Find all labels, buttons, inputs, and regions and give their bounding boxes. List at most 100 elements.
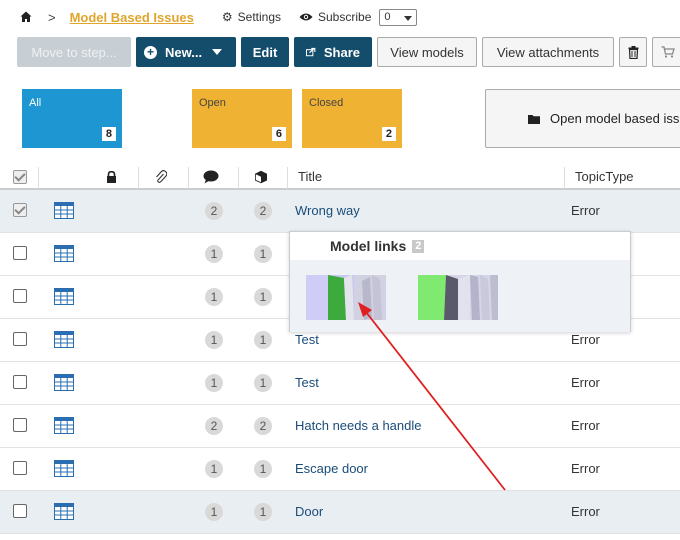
paperclip-icon [155,163,167,190]
table-row[interactable]: 1 1 Door Error [0,491,680,534]
issue-title-link[interactable]: Door [295,504,323,519]
topic-type: Error [571,375,600,390]
topic-type: Error [571,418,600,433]
tile-label: Closed [309,97,344,109]
cart-icon [661,46,675,58]
table-row[interactable]: 1 1 Escape door Error [0,448,680,491]
share-button[interactable]: Share [294,37,372,67]
new-button-label: New... [165,44,203,60]
model-count: 1 [254,245,272,263]
model-thumbnail-2[interactable] [418,275,498,320]
table-row[interactable]: 2 2 Wrong way Error [0,190,680,233]
select-all-checkbox[interactable] [13,170,27,184]
basket-button[interactable] [652,37,680,67]
topic-type: Error [571,332,600,347]
table-header: Title TopicType [0,163,680,190]
filter-tile-open[interactable]: Open 6 [192,89,292,148]
breadcrumb-separator: > [48,9,56,25]
settings-link[interactable]: ⚙ Settings [222,10,281,24]
comment-count: 1 [205,245,223,263]
model-view-icon[interactable] [54,202,74,219]
model-count: 2 [254,417,272,435]
topic-type: Error [571,504,600,519]
caret-down-icon [212,49,223,55]
row-checkbox[interactable] [13,203,27,217]
view-models-button[interactable]: View models [377,37,477,67]
tile-label: All [29,97,42,109]
model-thumbnail-1[interactable] [306,275,386,320]
column-header-topictype[interactable]: TopicType [575,163,634,190]
row-checkbox[interactable] [13,332,27,346]
model-count: 1 [254,331,272,349]
issue-title-link[interactable]: Test [295,375,319,390]
issues-table: Title TopicType 2 2 Wrong way Error 1 1 … [0,163,680,534]
eye-icon [299,13,313,21]
row-checkbox[interactable] [13,418,27,432]
lock-icon [106,163,117,190]
issue-title-link[interactable]: Wrong way [295,203,360,218]
subscribe-link[interactable]: Subscribe [299,10,371,24]
filter-tile-closed[interactable]: Closed 2 [302,89,402,148]
toolbar: Move to step... + New... Edit Share View… [17,37,680,67]
row-checkbox[interactable] [13,289,27,303]
column-header-title[interactable]: Title [298,163,322,190]
comment-count: 1 [205,503,223,521]
model-view-icon[interactable] [54,288,74,305]
issue-title-link[interactable]: Escape door [295,461,368,476]
share-button-label: Share [323,44,360,60]
share-icon [306,47,316,57]
open-model-based-issues-button[interactable]: Open model based iss [485,89,680,148]
model-count: 1 [254,288,272,306]
folder-icon [528,114,540,124]
comment-count: 2 [205,417,223,435]
model-links-popup: Model links 2 [289,231,631,332]
table-row[interactable]: 2 2 Hatch needs a handle Error [0,405,680,448]
row-checkbox[interactable] [13,461,27,475]
view-attachments-button[interactable]: View attachments [482,37,614,67]
chevron-down-icon [404,15,413,21]
row-checkbox[interactable] [13,504,27,518]
plus-circle-icon: + [144,45,157,59]
edit-button[interactable]: Edit [241,37,289,67]
popup-title: Model links [330,238,407,254]
comment-count: 1 [205,374,223,392]
issue-title-link[interactable]: Test [295,332,319,347]
new-button[interactable]: + New... [136,37,236,67]
row-checkbox[interactable] [13,246,27,260]
trash-icon [628,45,638,59]
popup-count-badge: 2 [412,239,425,253]
comment-count: 1 [205,288,223,306]
model-count: 2 [254,202,272,220]
model-view-icon[interactable] [54,417,74,434]
model-count: 1 [254,503,272,521]
breadcrumb: > Model Based Issues ⚙ Settings Subscrib… [20,8,418,26]
model-view-icon[interactable] [54,331,74,348]
subscribe-count-value: 0 [384,11,391,23]
model-view-icon[interactable] [54,460,74,477]
breadcrumb-title-link[interactable]: Model Based Issues [70,10,194,25]
filter-tile-all[interactable]: All 8 [22,89,122,148]
table-row[interactable]: 1 1 Test Error [0,362,680,405]
comment-count: 2 [205,202,223,220]
delete-button[interactable] [619,37,647,67]
subscribe-label: Subscribe [318,10,372,24]
row-checkbox[interactable] [13,375,27,389]
move-to-step-button[interactable]: Move to step... [17,37,131,67]
tile-count: 8 [101,127,116,141]
model-count: 1 [254,460,272,478]
model-view-icon[interactable] [54,245,74,262]
model-view-icon[interactable] [54,374,74,391]
cube-icon [254,163,268,190]
comment-count: 1 [205,460,223,478]
model-view-icon[interactable] [54,503,74,520]
popup-header: Model links 2 [330,238,425,254]
comment-count: 1 [205,331,223,349]
tile-count: 2 [381,127,396,141]
issue-title-link[interactable]: Hatch needs a handle [295,418,421,433]
popup-body [290,260,630,332]
topic-type: Error [571,461,600,476]
home-icon[interactable] [20,11,32,23]
tile-count: 6 [271,127,286,141]
comment-icon [203,163,219,190]
subscribe-count-select[interactable]: 0 [379,8,418,26]
